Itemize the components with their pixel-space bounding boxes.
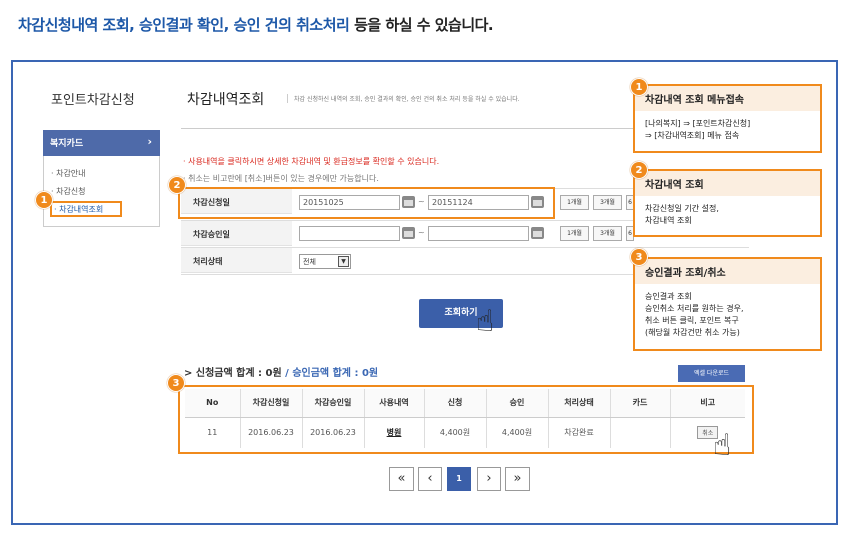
callout-3-title: 승인결과 조회/취소 [635, 259, 820, 284]
headline-highlight: 차감신청내역 조회, 승인결과 확인, 승인 건의 취소처리 [18, 16, 350, 34]
range-separator: ~ [418, 228, 425, 237]
status-select[interactable]: 전체 ▼ [299, 254, 351, 269]
callout-2-title: 차감내역 조회 [635, 171, 820, 196]
left-nav-item-guide[interactable]: · 차감안내 [51, 168, 86, 179]
chevron-down-icon: ▼ [338, 256, 349, 267]
callout-1-title: 차감내역 조회 메뉴접속 [635, 86, 820, 111]
highlight-box-form [178, 187, 555, 219]
callout-badge-3: 3 [630, 248, 648, 266]
notice-cancel: · 취소는 비고란에 [취소]버튼이 있는 경우에만 가능합니다. [183, 174, 379, 183]
callout-line: 차감내역 조회 [645, 216, 692, 225]
callout-2: 차감내역 조회 차감신청일 기간 설정, 차감내역 조회 [633, 169, 822, 237]
chevron-right-icon: › [147, 135, 152, 148]
callout-line: (해당월 차감건만 취소 가능) [645, 328, 740, 337]
callout-line: ⇒ [차감내역조회] 메뉴 접속 [645, 131, 740, 140]
period-3-month-button[interactable]: 3개월 [593, 195, 622, 210]
headline: 차감신청내역 조회, 승인결과 확인, 승인 건의 취소처리 등을 하실 수 있… [18, 14, 494, 35]
hand-cursor-icon: ☝ [713, 428, 732, 463]
step-badge-2: 2 [168, 176, 186, 194]
approve-total: 승인금액 합계 : 0원 [292, 368, 379, 379]
period-1-month-button[interactable]: 1개월 [560, 195, 589, 210]
callout-badge-2: 2 [630, 161, 648, 179]
approve-date-label: 차감승인일 [181, 221, 292, 246]
step-badge-3: 3 [167, 374, 185, 392]
headline-rest: 등을 하실 수 있습니다. [349, 16, 494, 34]
highlight-box-table [178, 385, 754, 454]
amount-summary: > 신청금액 합계 : 0원 / 승인금액 합계 : 0원 [184, 364, 378, 379]
callout-3: 승인결과 조회/취소 승인결과 조회 승인취소 처리를 원하는 경우, 취소 버… [633, 257, 822, 351]
summary-slash: / [285, 368, 289, 379]
screenshot-frame: 포인트차감신청 복지카드 › · 차감안내 · 차감신청 · 차감내역조회 1 … [11, 60, 838, 525]
first-page-button[interactable]: « [389, 467, 414, 491]
last-page-button[interactable]: » [505, 467, 530, 491]
notice-click-usage: · 사용내역을 클릭하시면 상세한 차감내역 및 환급정보를 확인할 수 있습니… [183, 157, 440, 166]
calendar-icon[interactable] [402, 227, 415, 239]
callout-line: 취소 버튼 클릭, 포인트 복구 [645, 316, 739, 325]
approve-date-from-input[interactable] [299, 226, 400, 241]
callout-line: 승인결과 조회 [645, 292, 692, 301]
prev-page-button[interactable]: ‹ [418, 467, 442, 491]
next-page-button[interactable]: › [477, 467, 501, 491]
page-subtitle: 차감 신청하신 내역의 조회, 승인 결과의 확인, 승인 건의 취소 처리 등… [287, 94, 520, 103]
summary-arrow: > [184, 368, 193, 379]
status-label: 처리상태 [181, 248, 292, 273]
step-badge-1: 1 [35, 191, 53, 209]
left-nav-header-label: 복지카드 [50, 139, 84, 149]
callout-1-body: [나의복지] ⇒ [포인트차감신청] ⇒ [차감내역조회] 메뉴 접속 [635, 111, 820, 142]
callout-line: 차감신청일 기간 설정, [645, 204, 719, 213]
left-nav-item-history[interactable]: · 차감내역조회 [54, 204, 103, 215]
apply-total: 신청금액 합계 : 0원 [195, 368, 282, 379]
app-title: 포인트차감신청 [51, 93, 135, 108]
hand-cursor-icon: ☝ [476, 304, 495, 339]
left-nav-item-apply[interactable]: · 차감신청 [51, 186, 86, 197]
status-select-value: 전체 [303, 258, 316, 266]
calendar-icon[interactable] [531, 227, 544, 239]
callout-2-body: 차감신청일 기간 설정, 차감내역 조회 [635, 196, 820, 227]
excel-download-button[interactable]: 엑셀 다운로드 [678, 365, 745, 382]
period-1-month-button[interactable]: 1개월 [560, 226, 589, 241]
callout-line: 승인취소 처리를 원하는 경우, [645, 304, 744, 313]
page-1-button[interactable]: 1 [447, 467, 471, 491]
page-title: 차감내역조회 [187, 92, 265, 108]
callout-badge-1: 1 [630, 78, 648, 96]
left-nav-header[interactable]: 복지카드 › [43, 130, 160, 156]
approve-date-to-input[interactable] [428, 226, 529, 241]
period-3-month-button[interactable]: 3개월 [593, 226, 622, 241]
callout-1: 차감내역 조회 메뉴접속 [나의복지] ⇒ [포인트차감신청] ⇒ [차감내역조… [633, 84, 822, 153]
callout-3-body: 승인결과 조회 승인취소 처리를 원하는 경우, 취소 버튼 클릭, 포인트 복… [635, 284, 820, 339]
callout-line: [나의복지] ⇒ [포인트차감신청] [645, 119, 751, 128]
